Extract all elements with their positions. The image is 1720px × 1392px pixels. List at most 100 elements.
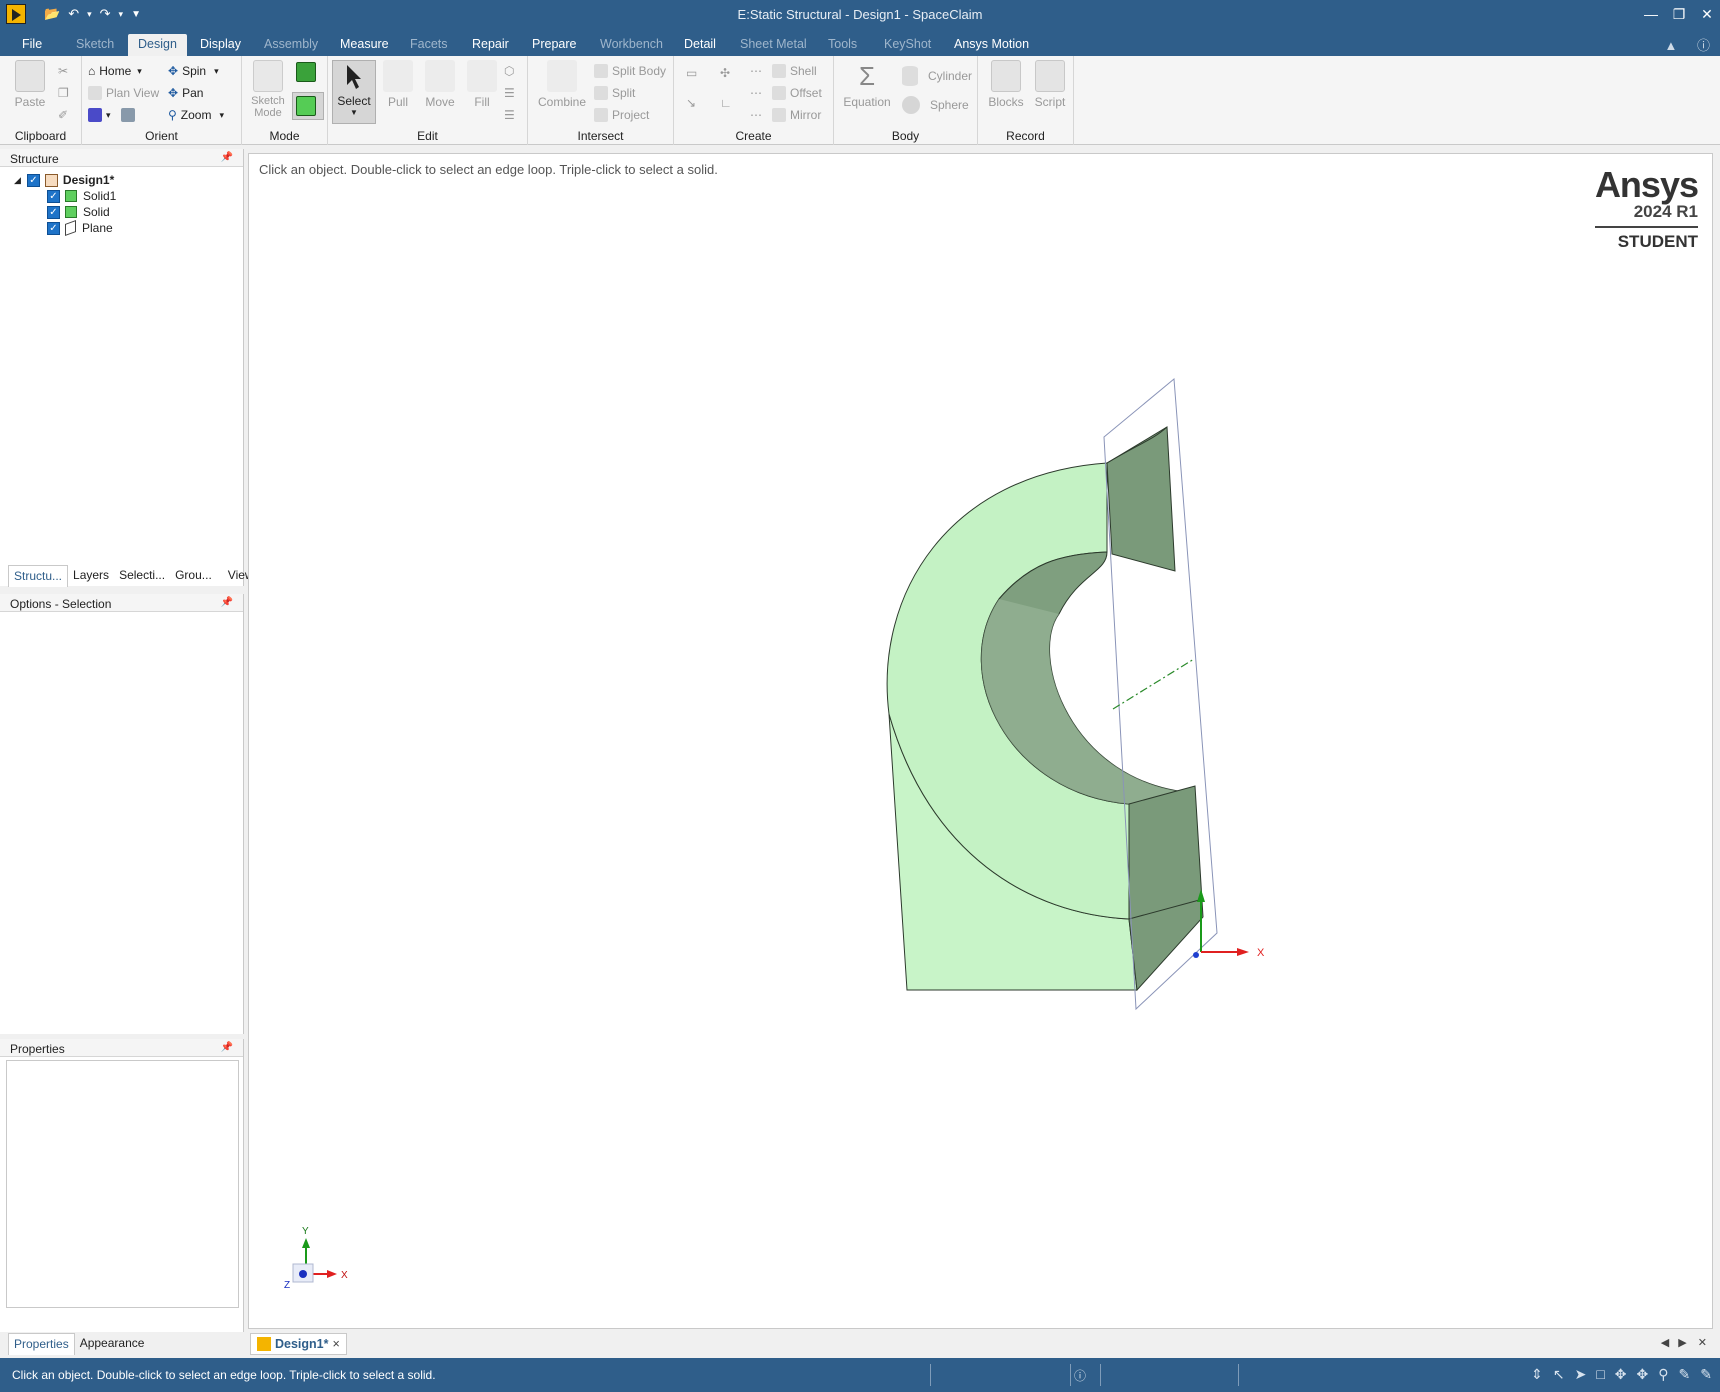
sphere-button[interactable]: Sphere (902, 96, 969, 114)
script-button[interactable]: Script (1028, 60, 1072, 109)
select-dropdown-icon[interactable]: ▼ (333, 108, 375, 117)
pin-icon[interactable]: 📌 (221, 597, 233, 608)
minimize-icon[interactable]: — (1644, 6, 1658, 23)
plane-tool-icon[interactable]: ▭ (686, 66, 697, 80)
pan-status-icon[interactable]: ✥ (1637, 1366, 1649, 1383)
shell-button[interactable]: Shell (772, 64, 817, 78)
tab-design[interactable]: Design (128, 34, 187, 56)
spin-status-icon[interactable]: ✥ (1615, 1366, 1627, 1383)
top-end-face[interactable] (1106, 426, 1176, 572)
tab-file[interactable]: File (12, 34, 52, 56)
point-tool-icon[interactable]: ∟ (720, 96, 732, 110)
tab-repair[interactable]: Repair (462, 34, 519, 56)
visibility-checkbox[interactable]: ✓ (47, 189, 60, 203)
split-button[interactable]: Split (594, 86, 635, 100)
equation-button[interactable]: Σ Equation (838, 60, 896, 109)
linear-pattern-icon[interactable]: ⋯ (750, 64, 762, 78)
home-button[interactable]: ⌂ Home ▾ (88, 64, 142, 78)
tab-structure[interactable]: Structu... (8, 565, 69, 587)
blocks-button[interactable]: Blocks (984, 60, 1028, 109)
cylinder-button[interactable]: Cylinder (902, 66, 972, 86)
tab-tools[interactable]: Tools (818, 34, 867, 56)
spin-button[interactable]: ✥ Spin ▾ (168, 64, 219, 78)
visibility-checkbox[interactable]: ✓ (26, 173, 40, 187)
pin-icon[interactable]: 📌 (221, 1042, 233, 1053)
cut-icon[interactable]: ✂ (58, 64, 68, 78)
copy-icon[interactable]: ❐ (58, 86, 69, 100)
tab-detail[interactable]: Detail (674, 34, 726, 56)
close-tab-icon[interactable]: × (333, 1337, 340, 1351)
origin-tool-icon[interactable]: ✣ (720, 66, 730, 80)
tab-sketch[interactable]: Sketch (66, 34, 124, 56)
close-icon[interactable]: ✕ (1700, 6, 1714, 23)
format-painter-icon[interactable]: ✐ (58, 108, 68, 122)
close-doc-icon[interactable]: ✕ (1698, 1337, 1707, 1349)
select-mode-icon[interactable]: ↖ (1553, 1366, 1565, 1383)
move-button[interactable]: Move (418, 60, 462, 109)
split-body-button[interactable]: Split Body (594, 64, 666, 78)
visibility-checkbox[interactable]: ✓ (47, 205, 60, 219)
pen-tool-icon[interactable]: ✎ (1700, 1366, 1712, 1383)
scroll-right-icon[interactable]: ▶ (1678, 1337, 1686, 1349)
project-button[interactable]: Project (594, 108, 649, 122)
pan-button[interactable]: ✥ Pan (168, 86, 203, 100)
fill-button[interactable]: Fill (460, 60, 504, 109)
paste-button[interactable]: Paste (8, 60, 52, 109)
replace-icon[interactable]: ⬡ (504, 64, 514, 78)
layers-tool-icon[interactable]: ☰ (504, 86, 515, 100)
tab-ansys-motion[interactable]: Ansys Motion (944, 34, 1039, 56)
3d-viewport[interactable]: Click an object. Double-click to select … (248, 153, 1713, 1329)
plan-view-button[interactable]: Plan View (88, 86, 159, 100)
tab-measure[interactable]: Measure (330, 34, 399, 56)
maximize-icon[interactable]: ❐ (1672, 6, 1686, 23)
combine-button[interactable]: Combine (534, 60, 590, 109)
tree-item-solid1[interactable]: ✓ Solid1 (47, 188, 116, 204)
tree-item-plane[interactable]: ✓ Plane (47, 219, 113, 237)
box-select-icon[interactable]: □ (1596, 1366, 1604, 1383)
view-cube-button[interactable]: ▾ (88, 108, 139, 122)
tree-item-solid[interactable]: ✓ Solid (47, 204, 110, 220)
mirror-button[interactable]: Mirror (772, 108, 821, 122)
pin-icon[interactable]: 📌 (221, 152, 233, 163)
spin-dropdown-icon[interactable]: ▾ (214, 66, 219, 77)
scroll-left-icon[interactable]: ◀ (1661, 1337, 1669, 1349)
tab-layers[interactable]: Layers (68, 565, 114, 587)
tab-groups[interactable]: Grou... (170, 565, 217, 587)
collapse-ribbon-icon[interactable]: ▲ (1664, 38, 1677, 53)
circular-pattern-icon[interactable]: ⋯ (750, 86, 762, 100)
axis-tool-icon[interactable]: ↘ (686, 96, 696, 110)
tab-properties[interactable]: Properties (8, 1333, 75, 1355)
display-style-icon[interactable] (120, 108, 135, 122)
pointer-icon[interactable]: ➤ (1575, 1366, 1587, 1383)
select-button[interactable]: Select ▼ (332, 60, 376, 124)
fill-pattern-icon[interactable]: ⋯ (750, 108, 762, 122)
view-cube-dropdown-icon[interactable]: ▾ (106, 110, 111, 121)
zoom-dropdown-icon[interactable]: ▾ (219, 110, 224, 121)
sketch-mode-button[interactable]: Sketch Mode (246, 60, 290, 119)
tab-sheet-metal[interactable]: Sheet Metal (730, 34, 817, 56)
zoom-status-icon[interactable]: ⚲ (1658, 1366, 1668, 1383)
tab-assembly[interactable]: Assembly (254, 34, 328, 56)
tab-facets[interactable]: Facets (400, 34, 458, 56)
3d-mode-button[interactable] (292, 92, 324, 120)
zoom-button[interactable]: ⚲ Zoom ▾ (168, 108, 224, 122)
tab-appearance[interactable]: Appearance (75, 1333, 150, 1355)
home-dropdown-icon[interactable]: ▾ (137, 66, 142, 77)
tweak-icon[interactable]: ☰ (504, 108, 515, 122)
tab-workbench[interactable]: Workbench (590, 34, 673, 56)
pencil-icon[interactable]: ✎ (1679, 1366, 1691, 1383)
tab-display[interactable]: Display (190, 34, 251, 56)
pull-button[interactable]: Pull (376, 60, 420, 109)
tab-selection[interactable]: Selecti... (114, 565, 170, 587)
section-mode-button[interactable] (296, 62, 320, 82)
bottom-end-face[interactable] (1128, 785, 1204, 992)
help-icon[interactable]: ⓘ (1697, 38, 1710, 53)
tree-root[interactable]: ◢ ✓ Design1* (14, 172, 114, 188)
messages-icon[interactable]: ⓘ (1074, 1367, 1086, 1384)
tab-prepare[interactable]: Prepare (522, 34, 586, 56)
cylinder-axis[interactable] (1112, 658, 1195, 710)
collapse-arrow-icon[interactable]: ◢ (14, 175, 21, 186)
up-down-icon[interactable]: ⇕ (1531, 1366, 1543, 1383)
tab-design1[interactable]: Design1* × (250, 1333, 347, 1355)
visibility-checkbox[interactable]: ✓ (47, 221, 60, 235)
